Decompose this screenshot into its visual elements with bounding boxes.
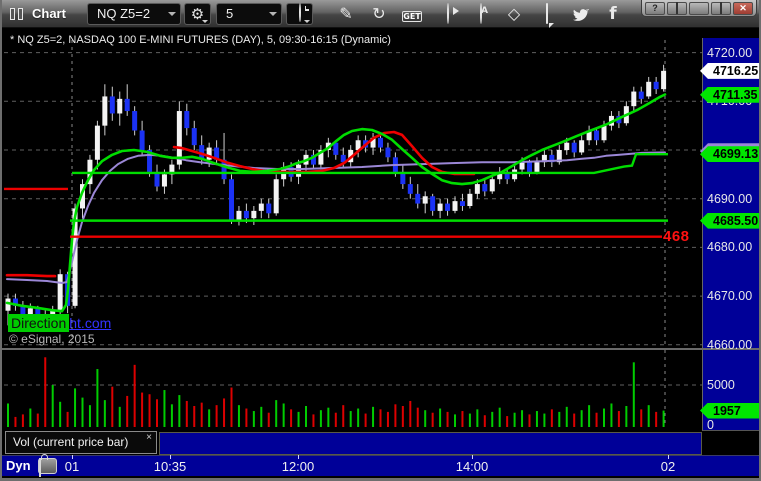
time-axis[interactable] — [2, 455, 759, 476]
chevron-down-icon[interactable] — [269, 12, 277, 16]
diamond-arrows-icon[interactable]: ◇ — [501, 4, 527, 23]
facebook-icon[interactable]: f — [600, 4, 626, 24]
lock-button[interactable] — [38, 458, 57, 477]
close-button[interactable]: ✕ — [733, 1, 753, 15]
a-circle-icon[interactable]: A — [468, 3, 494, 24]
window-buttons-group: ? ✕ — [641, 0, 757, 17]
chevron-down-icon[interactable] — [168, 12, 176, 16]
red-level-label: 468 — [663, 228, 690, 245]
padlock-icon — [39, 458, 41, 477]
interval-combo[interactable]: 5 — [216, 3, 282, 25]
chart-window-icon — [10, 8, 26, 20]
copyright-text: © eSignal, 2015 — [9, 332, 95, 346]
watermark-highlight: Direction — [8, 314, 70, 332]
popout-button[interactable] — [667, 1, 687, 15]
chart-window: Chart NQ Z5=2 ⚙ 5 ✎ ↻ GET A ◇ f ? ✕ * NQ… — [0, 0, 761, 481]
symbol-settings-button[interactable]: ⚙ — [184, 3, 211, 25]
help-button[interactable]: ? — [645, 1, 665, 15]
price-axis[interactable] — [702, 38, 759, 349]
symbol-value: NQ Z5=2 — [97, 6, 151, 21]
chevron-down-icon — [202, 20, 208, 23]
play-icon[interactable] — [435, 3, 461, 24]
get-label: GET — [402, 11, 422, 22]
title-bar[interactable]: Chart NQ Z5=2 ⚙ 5 ✎ ↻ GET A ◇ f ? ✕ — [2, 0, 759, 28]
volume-tab-label: Vol (current price bar) — [13, 435, 129, 449]
time-settings-button[interactable] — [286, 3, 313, 25]
refresh-icon[interactable]: ↻ — [366, 4, 392, 23]
watermark-url[interactable]: ht.com — [69, 315, 111, 331]
chevron-down-icon — [304, 20, 310, 23]
volume-study-tab[interactable]: Vol (current price bar) × — [5, 431, 157, 454]
close-icon[interactable]: × — [146, 432, 152, 444]
maximize-button[interactable] — [711, 1, 731, 15]
tab-row-filler — [159, 432, 702, 455]
clock-icon — [298, 3, 301, 22]
pencil-icon[interactable]: ✎ — [333, 4, 359, 23]
watermark-link[interactable]: Direction ht.com — [8, 314, 111, 332]
minimize-button[interactable] — [689, 1, 709, 15]
twitter-icon[interactable] — [567, 7, 593, 26]
window-title: Chart — [32, 6, 66, 21]
interval-value: 5 — [226, 6, 234, 21]
chart-canvas[interactable] — [4, 28, 702, 432]
get-button[interactable]: GET — [399, 4, 425, 23]
speech-bubble-icon[interactable] — [534, 3, 560, 24]
symbol-combo[interactable]: NQ Z5=2 — [87, 3, 181, 25]
dyn-mode-label: Dyn — [6, 458, 31, 473]
pane-divider[interactable] — [2, 348, 759, 350]
chart-title: * NQ Z5=2, NASDAQ 100 E-MINI FUTURES (DA… — [10, 34, 391, 46]
volume-axis[interactable] — [702, 350, 759, 431]
